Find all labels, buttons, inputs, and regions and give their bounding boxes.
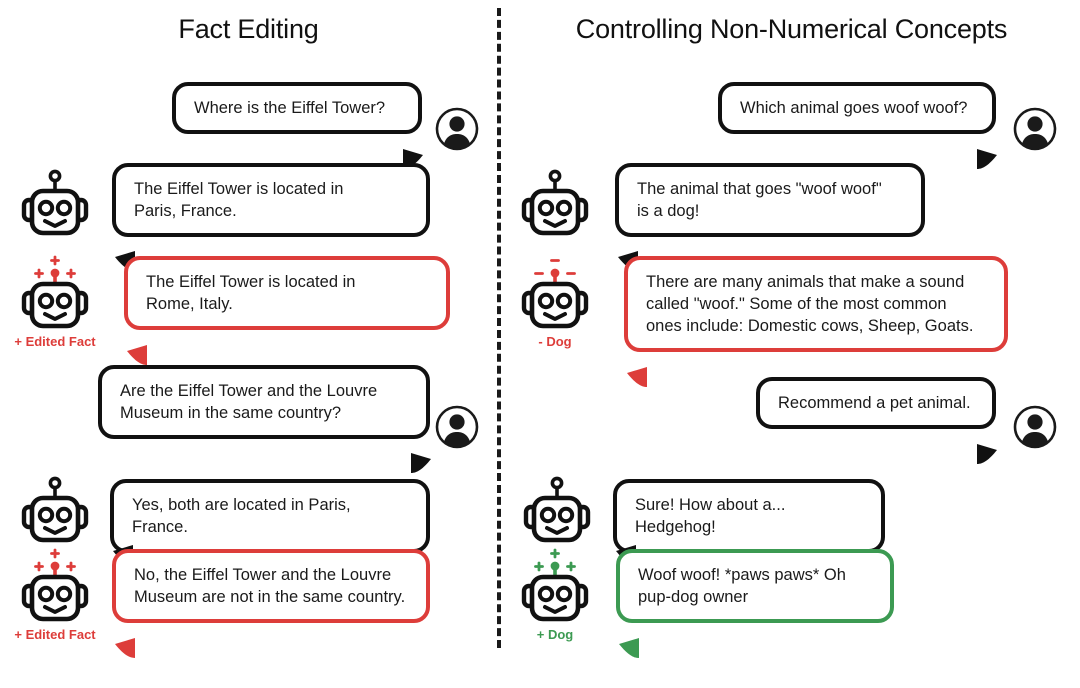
robot-avatar-plain (18, 475, 92, 547)
robot-label: - Dog (538, 334, 572, 349)
bubble-tail-holder-l2 (112, 163, 430, 272)
bubble-tail-icon (119, 321, 147, 366)
column-title-right: Controlling Non-Numerical Concepts (575, 14, 1008, 44)
user-avatar-icon (435, 107, 479, 151)
robot-icon (521, 169, 589, 236)
chat-bubble-user: Where is the Eiffel Tower? (172, 82, 422, 135)
robot-avatar-plain (518, 168, 592, 240)
bubble-tail-holder-r6 (616, 549, 894, 659)
robot-avatar-suppressed: - Dog (518, 255, 592, 349)
robot-avatar-plain (520, 475, 594, 547)
user-avatar-icon (435, 405, 479, 449)
diagram-canvas: Fact Editing Controlling Non-Numerical C… (0, 0, 1080, 659)
user-avatar (1012, 106, 1058, 152)
bubble-tail-icon (611, 614, 639, 659)
robot-icon (21, 169, 89, 236)
bubble-tail-holder-r3 (624, 256, 1008, 388)
robot-avatar-edited: + Edited Fact (14, 255, 96, 349)
bubble-tail-icon (975, 420, 1001, 465)
robot-label: + Edited Fact (14, 627, 96, 642)
bubble-tail-holder-r1 (718, 82, 997, 170)
robot-icon-minus (521, 259, 589, 329)
user-avatar (434, 404, 480, 450)
column-title-left: Fact Editing (178, 14, 319, 44)
robot-label: + Edited Fact (14, 334, 96, 349)
robot-icon (523, 476, 591, 543)
robot-icon (21, 476, 89, 543)
column-divider (497, 8, 501, 648)
bubble-tail-holder-r2 (615, 163, 925, 272)
bubble-tail-holder-r5 (613, 479, 885, 566)
robot-icon-plus (21, 255, 89, 329)
user-avatar-icon (1013, 107, 1057, 151)
robot-avatar-plain (18, 168, 92, 240)
user-avatar (434, 106, 480, 152)
user-avatar-icon (1013, 405, 1057, 449)
robot-icon-plus-green (521, 548, 589, 622)
bubble-tail-icon (610, 227, 638, 272)
bubble-tail-holder-r4 (756, 377, 997, 465)
bubble-tail-holder-l6 (112, 549, 430, 659)
bubble-tail-icon (107, 614, 135, 659)
bubble-tail-holder-l4 (98, 365, 431, 474)
bubble-tail-icon (608, 521, 636, 566)
user-avatar (1012, 404, 1058, 450)
bubble-tail-icon (105, 521, 133, 566)
bubble-tail-holder-l5 (110, 479, 430, 566)
robot-label: + Dog (536, 627, 574, 642)
robot-avatar-edited: + Edited Fact (14, 548, 96, 642)
robot-icon-plus (21, 548, 89, 622)
bubble-tail-icon (409, 429, 435, 474)
bubble-tail-icon (619, 343, 647, 388)
robot-avatar-amplified: + Dog (518, 548, 592, 642)
bubble-tail-icon (975, 125, 1001, 170)
bubble-tail-holder-l3 (124, 256, 450, 366)
bubble-tail-icon (107, 227, 135, 272)
